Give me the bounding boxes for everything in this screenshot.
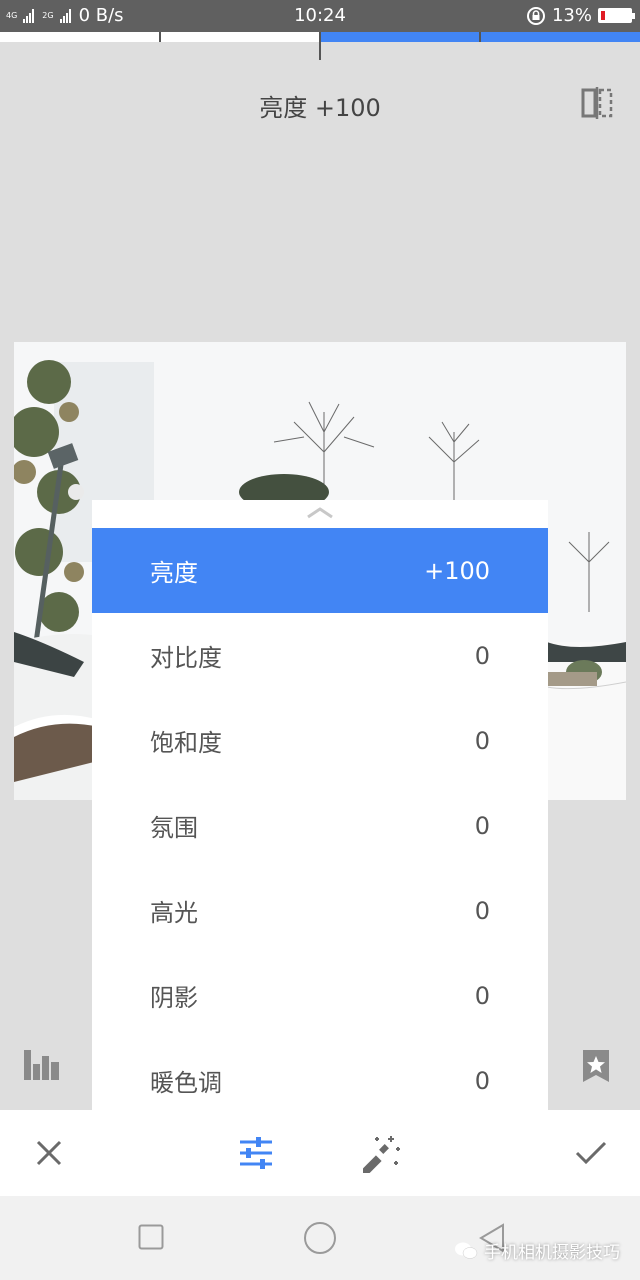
menu-item-label: 暖色调 [150,1069,222,1097]
watermark: 手机相机摄影技巧 [454,1238,620,1263]
histogram-icon [24,1050,59,1080]
menu-item-label: 对比度 [150,644,222,672]
menu-item-contrast[interactable]: 对比度 0 [92,613,548,698]
compare-button[interactable] [580,86,614,120]
adjustment-progress [0,32,640,60]
status-bar: 4G 2G 0 B/s 10:24 13% [0,0,640,32]
adjust-menu: 亮度 +100 对比度 0 饱和度 0 氛围 0 高光 0 阴影 0 暖色调 0 [92,500,548,1110]
menu-handle[interactable] [92,500,548,528]
editor-toolbar [0,1110,640,1196]
recent-apps-button[interactable] [138,1224,164,1254]
home-button[interactable] [303,1221,337,1259]
magic-wand-icon [363,1136,400,1173]
menu-item-label: 氛围 [150,814,198,842]
menu-item-value: 0 [474,981,490,1010]
close-icon [36,1140,62,1166]
menu-item-saturation[interactable]: 饱和度 0 [92,698,548,783]
square-icon [138,1224,164,1250]
check-icon [575,1141,607,1165]
menu-item-label: 亮度 [150,559,198,587]
bookmark-star-icon [583,1050,609,1082]
histogram-button[interactable] [22,1046,62,1086]
battery-icon [598,8,635,23]
menu-item-value: 0 [474,811,490,840]
system-nav-bar: 手机相机摄影技巧 [0,1196,640,1280]
apply-button[interactable] [568,1130,614,1176]
cancel-button[interactable] [26,1130,72,1176]
menu-item-value: +100 [424,556,490,585]
progress-tick [479,32,481,42]
rotation-lock-icon [526,6,545,25]
menu-item-ambiance[interactable]: 氛围 0 [92,783,548,868]
progress-tick [159,32,161,42]
adjustment-title: 亮度 +100 [259,94,381,122]
chevron-up-icon [307,507,333,519]
auto-adjust-button[interactable] [360,1130,406,1176]
circle-icon [304,1222,336,1254]
menu-item-label: 阴影 [150,984,198,1012]
sliders-icon [240,1137,272,1169]
menu-item-warmth[interactable]: 暖色调 0 [92,1038,548,1110]
battery-level [601,11,605,20]
menu-item-value: 0 [474,1066,490,1095]
menu-item-label: 饱和度 [150,729,222,757]
adjust-button[interactable] [233,1130,279,1176]
wechat-icon [455,1242,478,1259]
battery-percent: 13% [551,5,592,26]
menu-item-label: 高光 [150,899,198,927]
progress-center-tick [319,32,321,60]
menu-item-value: 0 [474,896,490,925]
menu-item-shadows[interactable]: 阴影 0 [92,953,548,1038]
menu-item-brightness[interactable]: 亮度 +100 [92,528,548,613]
compare-split-icon [581,87,613,119]
menu-item-value: 0 [474,726,490,755]
status-right: 13% [526,5,635,26]
watermark-text: 手机相机摄影技巧 [484,1243,620,1263]
menu-item-value: 0 [474,641,490,670]
menu-item-highlights[interactable]: 高光 0 [92,868,548,953]
styles-button[interactable] [578,1048,618,1088]
